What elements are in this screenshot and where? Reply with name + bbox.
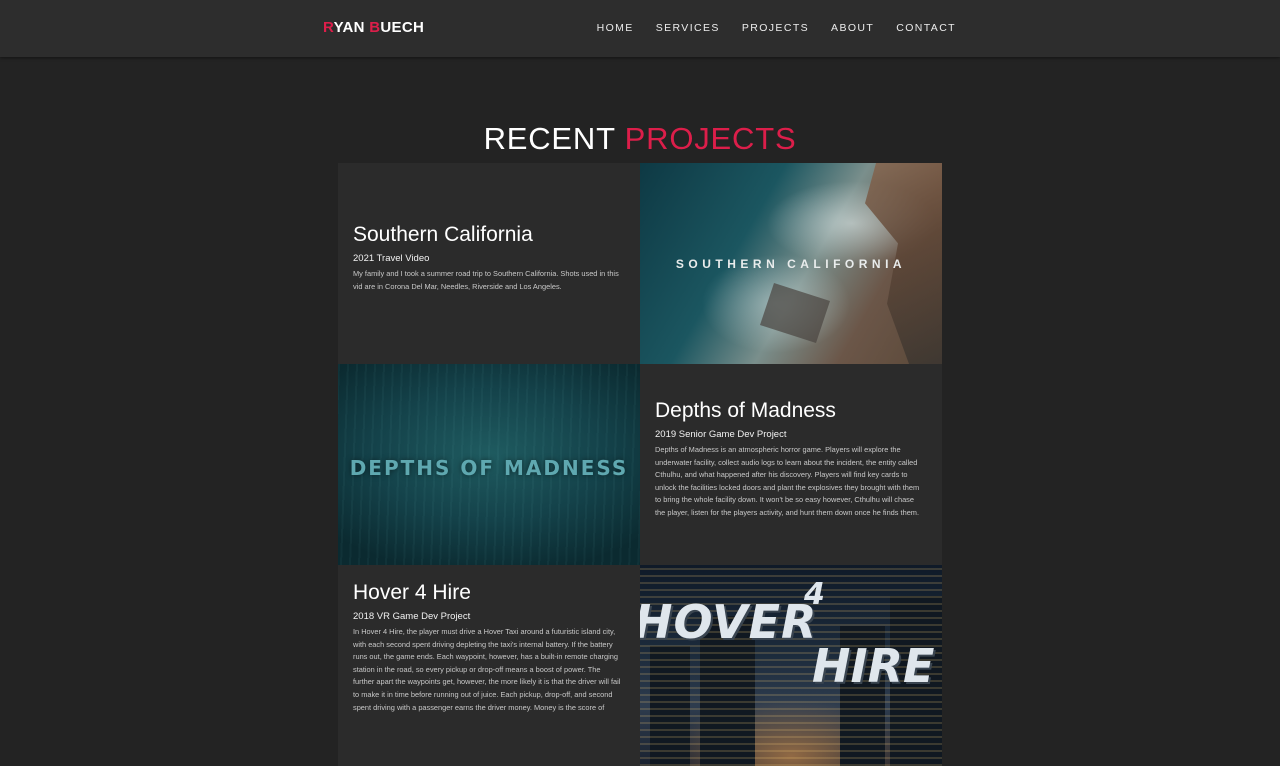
project-title: Hover 4 Hire (353, 581, 471, 604)
logo-initial-first: R (323, 19, 334, 36)
nav-contact[interactable]: CONTACT (896, 22, 956, 34)
nav-menu: HOME SERVICES PROJECTS ABOUT CONTACT (597, 22, 956, 34)
nav-projects[interactable]: PROJECTS (742, 22, 809, 34)
project-info-southern-california: Southern California 2021 Travel Video My… (338, 163, 640, 364)
nav-services[interactable]: SERVICES (656, 22, 720, 34)
project-subtitle: 2019 Senior Game Dev Project (655, 429, 787, 440)
projects-grid: Southern California 2021 Travel Video My… (338, 163, 942, 766)
logo-text-last: UECH (380, 19, 425, 36)
project-image-southern-california[interactable]: SOUTHERN CALIFORNIA (640, 163, 942, 364)
project-description: In Hover 4 Hire, the player must drive a… (353, 627, 621, 712)
project-row: DEPTHS OF MADNESS Depths of Madness 2019… (338, 364, 942, 565)
top-navbar: RYAN BUECH HOME SERVICES PROJECTS ABOUT … (0, 0, 1280, 57)
project-subtitle: 2018 VR Game Dev Project (353, 611, 471, 622)
image-overlay-text: 4 (804, 577, 825, 612)
image-overlay-text: SOUTHERN CALIFORNIA (675, 257, 907, 271)
project-description: My family and I took a summer road trip … (353, 269, 619, 291)
section-title-main: RECENT (483, 120, 625, 156)
project-image-depths-of-madness[interactable]: DEPTHS OF MADNESS (338, 364, 640, 565)
image-overlay-text: HIRE (812, 639, 935, 693)
project-image-hover-4-hire[interactable]: HOVER 4 HIRE (640, 565, 942, 766)
rock-shape (760, 283, 830, 343)
project-row: Hover 4 Hire 2018 VR Game Dev Project In… (338, 565, 942, 766)
image-overlay-text: HOVER (640, 595, 818, 649)
project-info-hover-4-hire: Hover 4 Hire 2018 VR Game Dev Project In… (338, 565, 640, 766)
nav-home[interactable]: HOME (597, 22, 634, 34)
section-title-accent: PROJECTS (624, 120, 797, 156)
section-title: RECENT PROJECTS (0, 121, 1280, 157)
logo-text-first: YAN (333, 19, 370, 36)
brand-logo[interactable]: RYAN BUECH (323, 19, 424, 36)
project-row: Southern California 2021 Travel Video My… (338, 163, 942, 364)
project-info-depths-of-madness: Depths of Madness 2019 Senior Game Dev P… (640, 364, 942, 565)
project-subtitle: 2021 Travel Video (353, 253, 430, 264)
project-title: Depths of Madness (655, 399, 836, 422)
logo-initial-last: B (369, 19, 381, 36)
nav-about[interactable]: ABOUT (831, 22, 874, 34)
project-description: Depths of Madness is an atmospheric horr… (655, 445, 920, 517)
project-title: Southern California (353, 223, 533, 246)
image-overlay-text: DEPTHS OF MADNESS (349, 456, 629, 480)
